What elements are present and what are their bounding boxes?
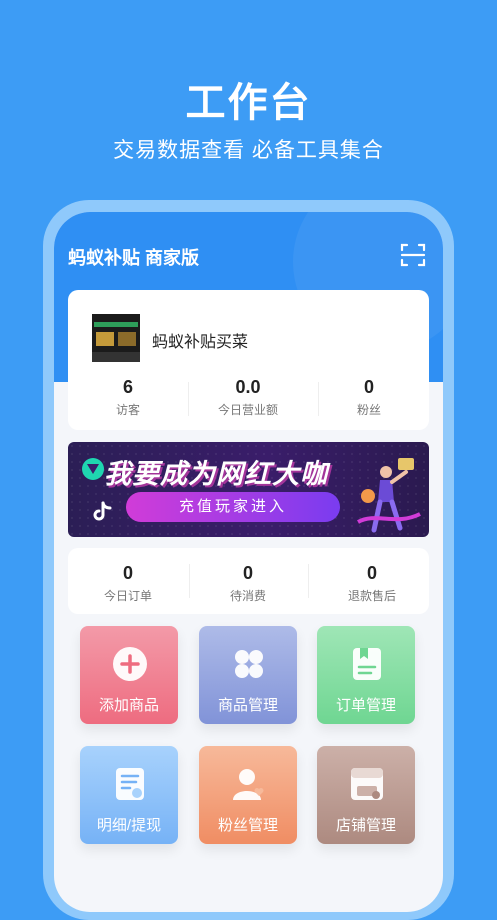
orders-card: 0 今日订单 0 待消费 0 退款售后: [68, 548, 429, 614]
product-management-button[interactable]: 商品管理: [199, 626, 297, 724]
stat-value: 6: [122, 377, 133, 397]
store-thumbnail: [92, 314, 140, 362]
store-icon: [349, 766, 385, 802]
divider: [308, 564, 309, 598]
promo-subtitle: 交易数据查看 必备工具集合: [113, 139, 384, 162]
stat-value: 0: [363, 377, 374, 397]
stat-label: 待消费: [229, 589, 266, 603]
plus-circle-icon: [112, 646, 148, 682]
music-note-icon: [90, 500, 114, 524]
document-icon: [349, 646, 385, 682]
stat-label: 粉丝: [356, 403, 381, 417]
stat-value: 0: [366, 563, 377, 583]
promo-banner[interactable]: 我要成为网红大咖 充值玩家进入: [68, 442, 429, 537]
stat-label: 今日营业额: [217, 403, 278, 417]
statement-withdraw-button[interactable]: 明细/提现: [80, 746, 178, 844]
stat-refunds[interactable]: 0 退款售后: [312, 562, 432, 604]
banner-headline: 我要成为网红大咖: [104, 459, 328, 489]
stat-label: 今日订单: [103, 589, 152, 603]
dancer-illustration-icon: [356, 456, 422, 534]
promo-title: 工作台: [185, 81, 312, 125]
stat-fans[interactable]: 0 粉丝: [309, 376, 429, 418]
tool-label: 粉丝管理: [217, 817, 278, 834]
store-name: 蚂蚁补贴买菜: [152, 334, 249, 351]
play-badge-icon: [82, 458, 104, 480]
store-stats: 6 访客 0.0 今日营业额 0 粉丝: [68, 376, 429, 420]
stat-revenue[interactable]: 0.0 今日营业额: [188, 376, 308, 418]
add-product-button[interactable]: 添加商品: [80, 626, 178, 724]
app-screen: 蚂蚁补贴 商家版 蚂蚁补贴买菜 6 访客 0.0 今日营业额 0 粉丝 我要成为…: [54, 212, 443, 912]
stat-label: 访客: [115, 403, 140, 417]
stat-today-orders[interactable]: 0 今日订单: [68, 562, 188, 604]
tool-label: 订单管理: [335, 697, 396, 714]
app-title: 蚂蚁补贴 商家版: [68, 248, 200, 268]
stat-value: 0.0: [235, 377, 261, 397]
grid-petals-icon: [231, 646, 267, 682]
tool-label: 商品管理: [217, 697, 278, 714]
store-card[interactable]: 蚂蚁补贴买菜 6 访客 0.0 今日营业额 0 粉丝: [68, 290, 429, 430]
fan-management-button[interactable]: 粉丝管理: [199, 746, 297, 844]
tool-label: 店铺管理: [335, 817, 396, 834]
banner-enter-button[interactable]: 充值玩家进入: [126, 492, 340, 522]
tool-label: 明细/提现: [96, 817, 162, 834]
stat-value: 0: [242, 563, 253, 583]
scan-icon[interactable]: [400, 242, 426, 268]
stat-pending[interactable]: 0 待消费: [188, 562, 308, 604]
tool-label: 添加商品: [98, 697, 159, 714]
stat-value: 0: [122, 563, 133, 583]
store-management-button[interactable]: 店铺管理: [317, 746, 415, 844]
order-management-button[interactable]: 订单管理: [317, 626, 415, 724]
statement-icon: [112, 766, 148, 802]
stat-label: 退款售后: [347, 589, 396, 603]
stat-visitors[interactable]: 6 访客: [68, 376, 188, 418]
user-heart-icon: [231, 766, 267, 802]
